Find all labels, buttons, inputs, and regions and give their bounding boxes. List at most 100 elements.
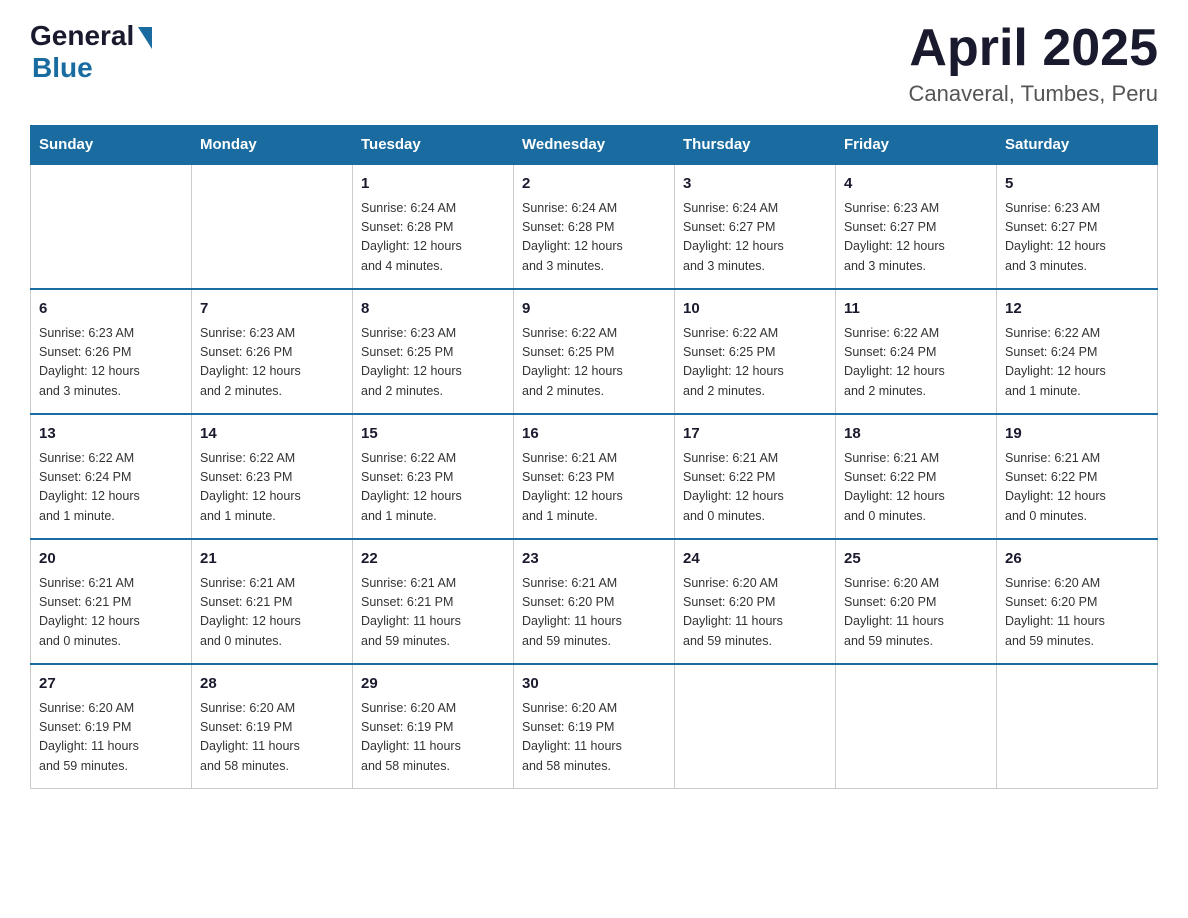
calendar-cell [31,164,192,289]
calendar-cell [997,664,1158,789]
logo: General Blue [30,20,152,84]
calendar-cell: 12 Sunrise: 6:22 AMSunset: 6:24 PMDayligh… [997,289,1158,414]
day-info: Sunrise: 6:24 AMSunset: 6:28 PMDaylight:… [361,199,505,277]
calendar-cell: 1Sunrise: 6:24 AMSunset: 6:28 PMDaylight… [353,164,514,289]
calendar-cell: 10 Sunrise: 6:22 AMSunset: 6:25 PMDayligh… [675,289,836,414]
calendar-cell: 2Sunrise: 6:24 AMSunset: 6:28 PMDaylight… [514,164,675,289]
calendar-cell: 30 Sunrise: 6:20 AMSunset: 6:19 PMDayligh… [514,664,675,789]
day-info: Sunrise: 6:22 AMSunset: 6:24 PMDaylight:… [844,324,988,402]
logo-arrow-icon [138,27,152,49]
calendar-week-row: 13 Sunrise: 6:22 AMSunset: 6:24 PMDayligh… [31,414,1158,539]
calendar-cell: 4 Sunrise: 6:23 AMSunset: 6:27 PMDaylight… [836,164,997,289]
day-number: 4 [844,173,988,196]
calendar-cell: 8 Sunrise: 6:23 AMSunset: 6:25 PMDaylight… [353,289,514,414]
calendar-cell [675,664,836,789]
day-info: Sunrise: 6:21 AMSunset: 6:21 PMDaylight:… [39,574,183,652]
day-number: 25 [844,548,988,571]
calendar-cell: 7Sunrise: 6:23 AMSunset: 6:26 PMDaylight… [192,289,353,414]
calendar-cell: 5Sunrise: 6:23 AMSunset: 6:27 PMDaylight… [997,164,1158,289]
calendar-header-row: SundayMondayTuesdayWednesdayThursdayFrid… [31,126,1158,165]
day-number: 13 [39,423,183,446]
calendar-week-row: 6 Sunrise: 6:23 AMSunset: 6:26 PMDaylight… [31,289,1158,414]
calendar-cell: 27Sunrise: 6:20 AMSunset: 6:19 PMDayligh… [31,664,192,789]
header-sunday: Sunday [31,126,192,165]
logo-general-text: General [30,20,134,52]
day-info: Sunrise: 6:21 AMSunset: 6:21 PMDaylight:… [200,574,344,652]
day-info: Sunrise: 6:20 AMSunset: 6:19 PMDaylight:… [361,699,505,777]
calendar-cell [836,664,997,789]
day-info: Sunrise: 6:22 AMSunset: 6:25 PMDaylight:… [683,324,827,402]
day-number: 6 [39,298,183,321]
calendar-cell: 19 Sunrise: 6:21 AMSunset: 6:22 PMDayligh… [997,414,1158,539]
day-number: 3 [683,173,827,196]
calendar-cell: 26Sunrise: 6:20 AMSunset: 6:20 PMDayligh… [997,539,1158,664]
day-info: Sunrise: 6:21 AMSunset: 6:22 PMDaylight:… [844,449,988,527]
day-number: 14 [200,423,344,446]
header-saturday: Saturday [997,126,1158,165]
day-number: 29 [361,673,505,696]
day-number: 28 [200,673,344,696]
day-info: Sunrise: 6:23 AMSunset: 6:27 PMDaylight:… [844,199,988,277]
calendar-title: April 2025 [909,20,1158,77]
day-number: 30 [522,673,666,696]
day-number: 20 [39,548,183,571]
title-block: April 2025 Canaveral, Tumbes, Peru [909,20,1158,107]
calendar-cell: 29 Sunrise: 6:20 AMSunset: 6:19 PMDayligh… [353,664,514,789]
day-number: 18 [844,423,988,446]
day-info: Sunrise: 6:22 AMSunset: 6:24 PMDaylight:… [39,449,183,527]
day-number: 24 [683,548,827,571]
day-number: 2 [522,173,666,196]
calendar-week-row: 20 Sunrise: 6:21 AMSunset: 6:21 PMDayligh… [31,539,1158,664]
day-info: Sunrise: 6:22 AMSunset: 6:25 PMDaylight:… [522,324,666,402]
header-friday: Friday [836,126,997,165]
header-monday: Monday [192,126,353,165]
calendar-cell: 16Sunrise: 6:21 AMSunset: 6:23 PMDayligh… [514,414,675,539]
header-thursday: Thursday [675,126,836,165]
day-info: Sunrise: 6:20 AMSunset: 6:19 PMDaylight:… [522,699,666,777]
day-info: Sunrise: 6:21 AMSunset: 6:20 PMDaylight:… [522,574,666,652]
day-info: Sunrise: 6:21 AMSunset: 6:22 PMDaylight:… [683,449,827,527]
day-info: Sunrise: 6:20 AMSunset: 6:19 PMDaylight:… [200,699,344,777]
logo-blue-text: Blue [32,52,93,84]
day-number: 10 [683,298,827,321]
day-info: Sunrise: 6:21 AMSunset: 6:21 PMDaylight:… [361,574,505,652]
calendar-cell: 14 Sunrise: 6:22 AMSunset: 6:23 PMDayligh… [192,414,353,539]
calendar-cell: 17 Sunrise: 6:21 AMSunset: 6:22 PMDayligh… [675,414,836,539]
day-info: Sunrise: 6:22 AMSunset: 6:24 PMDaylight:… [1005,324,1149,402]
day-number: 5 [1005,173,1149,196]
calendar-cell: 23Sunrise: 6:21 AMSunset: 6:20 PMDayligh… [514,539,675,664]
page-header: General Blue April 2025 Canaveral, Tumbe… [30,20,1158,107]
calendar-cell: 11 Sunrise: 6:22 AMSunset: 6:24 PMDayligh… [836,289,997,414]
day-number: 19 [1005,423,1149,446]
day-info: Sunrise: 6:20 AMSunset: 6:20 PMDaylight:… [1005,574,1149,652]
header-wednesday: Wednesday [514,126,675,165]
day-number: 8 [361,298,505,321]
day-info: Sunrise: 6:22 AMSunset: 6:23 PMDaylight:… [200,449,344,527]
calendar-week-row: 27Sunrise: 6:20 AMSunset: 6:19 PMDayligh… [31,664,1158,789]
day-info: Sunrise: 6:20 AMSunset: 6:20 PMDaylight:… [844,574,988,652]
day-info: Sunrise: 6:24 AMSunset: 6:27 PMDaylight:… [683,199,827,277]
calendar-table: SundayMondayTuesdayWednesdayThursdayFrid… [30,125,1158,789]
day-number: 9 [522,298,666,321]
calendar-cell: 28 Sunrise: 6:20 AMSunset: 6:19 PMDayligh… [192,664,353,789]
calendar-cell: 20 Sunrise: 6:21 AMSunset: 6:21 PMDayligh… [31,539,192,664]
day-info: Sunrise: 6:21 AMSunset: 6:22 PMDaylight:… [1005,449,1149,527]
calendar-cell: 25 Sunrise: 6:20 AMSunset: 6:20 PMDayligh… [836,539,997,664]
header-tuesday: Tuesday [353,126,514,165]
calendar-week-row: 1Sunrise: 6:24 AMSunset: 6:28 PMDaylight… [31,164,1158,289]
calendar-cell: 18 Sunrise: 6:21 AMSunset: 6:22 PMDayligh… [836,414,997,539]
calendar-cell: 24Sunrise: 6:20 AMSunset: 6:20 PMDayligh… [675,539,836,664]
calendar-cell: 22Sunrise: 6:21 AMSunset: 6:21 PMDayligh… [353,539,514,664]
day-number: 11 [844,298,988,321]
day-info: Sunrise: 6:23 AMSunset: 6:25 PMDaylight:… [361,324,505,402]
day-number: 12 [1005,298,1149,321]
day-info: Sunrise: 6:20 AMSunset: 6:19 PMDaylight:… [39,699,183,777]
calendar-cell: 21 Sunrise: 6:21 AMSunset: 6:21 PMDayligh… [192,539,353,664]
day-info: Sunrise: 6:23 AMSunset: 6:26 PMDaylight:… [200,324,344,402]
day-info: Sunrise: 6:21 AMSunset: 6:23 PMDaylight:… [522,449,666,527]
day-number: 21 [200,548,344,571]
day-number: 17 [683,423,827,446]
calendar-cell: 6Sunrise: 6:23 AMSunset: 6:26 PMDaylight… [31,289,192,414]
calendar-cell: 13 Sunrise: 6:22 AMSunset: 6:24 PMDayligh… [31,414,192,539]
day-info: Sunrise: 6:22 AMSunset: 6:23 PMDaylight:… [361,449,505,527]
